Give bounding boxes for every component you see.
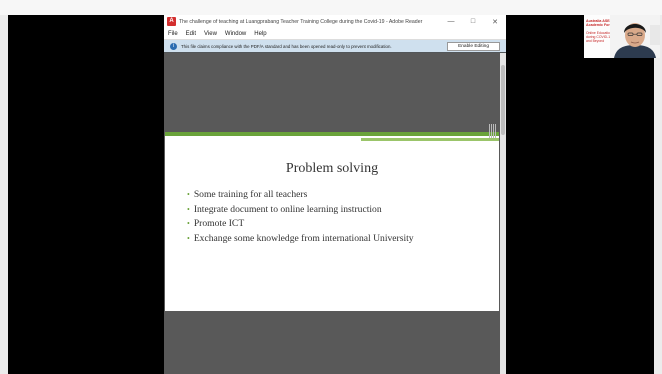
slide-title: Problem solving xyxy=(285,161,379,176)
bullet-item: • Some training for all teachers xyxy=(187,189,308,200)
slide-page: Problem solving • Some training for all t… xyxy=(165,124,499,311)
bullet-icon: • xyxy=(187,190,190,199)
bullet-icon: • xyxy=(187,219,190,228)
info-icon: i xyxy=(170,42,177,50)
left-border xyxy=(0,15,8,374)
slide-accent-bar xyxy=(165,132,499,136)
window-title: The challenge of teaching at Luangpraban… xyxy=(179,18,423,25)
menu-edit[interactable]: Edit xyxy=(182,31,200,37)
bullet-item: • Exchange some knowledge from internatio… xyxy=(187,232,414,244)
enable-editing-button[interactable]: Enable Editing xyxy=(447,41,500,51)
document-view[interactable]: Problem solving • Some training for all t… xyxy=(164,53,500,374)
maximize-icon[interactable]: □ xyxy=(462,18,484,25)
minimize-icon[interactable]: — xyxy=(440,18,462,25)
bullet-list: • Some training for all teachers • Integra… xyxy=(187,188,414,246)
pdf-app-icon: A xyxy=(167,17,176,26)
event-subtitle: Online Education during COVID-19 and Bey… xyxy=(586,31,613,43)
bullet-item: • Integrate document to online learning i… xyxy=(187,203,382,215)
slide-accent-marks xyxy=(489,124,497,138)
scrollbar-thumb[interactable] xyxy=(501,65,505,135)
webcam-thumbnail: Australia ASEAN Academic Forum Online Ed… xyxy=(584,15,660,58)
bullet-icon: • xyxy=(187,233,190,243)
menu-view[interactable]: View xyxy=(200,31,221,37)
menu-file[interactable]: File xyxy=(164,31,182,37)
slide-accent-underline xyxy=(361,138,499,141)
pdfa-info-bar: i This file claims compliance with the P… xyxy=(164,40,506,52)
adobe-reader-window: A The challenge of teaching at Luangprab… xyxy=(164,15,506,374)
bullet-icon: • xyxy=(187,204,190,214)
menu-bar: File Edit View Window Help xyxy=(164,28,506,40)
menu-help[interactable]: Help xyxy=(250,31,270,37)
close-icon[interactable]: ✕ xyxy=(484,18,506,26)
bullet-item: • Promote ICT xyxy=(187,218,245,229)
presenter-video xyxy=(610,15,660,58)
top-bar xyxy=(0,0,662,15)
title-bar: A The challenge of teaching at Luangprab… xyxy=(164,15,506,28)
menu-window[interactable]: Window xyxy=(221,31,250,37)
right-border xyxy=(654,15,662,374)
info-message: This file claims compliance with the PDF… xyxy=(181,43,392,49)
vertical-scrollbar[interactable] xyxy=(500,53,506,374)
